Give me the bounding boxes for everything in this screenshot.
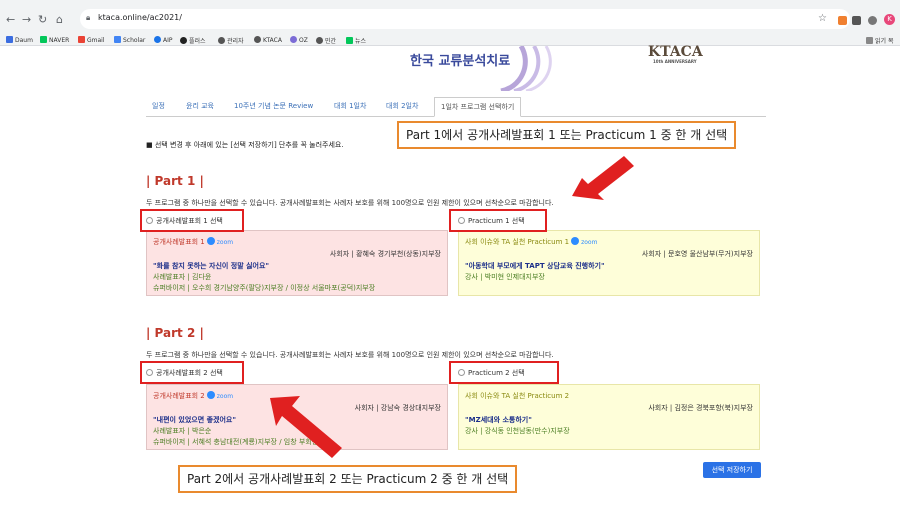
zoom-icon[interactable] xyxy=(206,237,215,245)
part2-title: | Part 2 | xyxy=(146,326,204,340)
part1-case-card: 공개사례발표회 1 zoom 사회자 | 황혜숙 경기부천(상동)지부장 "화를 … xyxy=(146,230,448,296)
reload-icon[interactable]: ↻ xyxy=(38,13,47,26)
practicum-title: 사회 이슈와 TA 실천 Practicum 1 zoom xyxy=(465,237,598,246)
tab-bar: 일정 윤리 교육 10주년 기념 논문 Review 대회 1일차 대회 2일차… xyxy=(146,97,766,117)
bookmark-naver[interactable]: NAVER xyxy=(40,36,69,44)
arrow-icon xyxy=(572,156,634,200)
bookmark-ktaca[interactable]: KTACA xyxy=(254,36,282,44)
practicum-title: 사회 이슈와 TA 실천 Practicum 2 xyxy=(465,392,570,400)
save-selection-button[interactable]: 선택 저장하기 xyxy=(703,462,761,478)
tab-day2[interactable]: 대회 2일차 xyxy=(386,97,418,117)
case-moderator: 사회자 | 강남숙 경상대지부장 xyxy=(354,404,441,412)
bookmark-gmail[interactable]: Gmail xyxy=(78,36,105,44)
browser-chrome: ← → ↻ ⌂ 🔒︎ ktaca.online/ac2021/ ☆ K Daum… xyxy=(0,0,900,46)
arrow-icon xyxy=(270,396,342,458)
forward-icon[interactable]: → xyxy=(22,13,31,26)
part1-practicum-card: 사회 이슈와 TA 실천 Practicum 1 zoom 사회자 | 문호영 울… xyxy=(458,230,760,296)
bookmark-admin[interactable]: 관리자 xyxy=(218,36,244,45)
ktaca-logo: KTACA xyxy=(648,44,703,60)
url-text[interactable]: ktaca.online/ac2021/ xyxy=(98,13,182,22)
case-title: 공개사례발표회 1 zoom xyxy=(153,237,234,246)
lock-icon[interactable]: 🔒︎ xyxy=(86,13,90,23)
address-bar[interactable] xyxy=(80,9,850,29)
case-topic: "내편이 있었으면 좋겠어요" xyxy=(153,416,237,424)
tab-day1-select[interactable]: 1일차 프로그램 선택하기 xyxy=(434,97,522,117)
banner-arcs xyxy=(500,46,552,91)
profile-avatar[interactable]: K xyxy=(884,14,895,25)
bookmark-oz[interactable]: OZ xyxy=(290,36,308,44)
practicum-topic: "MZ세대와 소통하기" xyxy=(465,416,532,424)
extension-icon[interactable] xyxy=(852,16,861,25)
case-supervisor: 슈퍼바이저 | 오수희 경기남양주(팔당)지부장 / 이정상 서울마포(공덕)지… xyxy=(153,284,376,292)
highlight-box xyxy=(140,361,244,384)
instruction-callout: Part 1에서 공개사례발표회 1 또는 Practicum 1 중 한 개 … xyxy=(397,121,737,149)
bookmark-news[interactable]: 뉴스 xyxy=(346,36,366,45)
practicum-topic: "아동학대 부모에게 TAPT 상담교육 진행하기" xyxy=(465,262,605,270)
bookmark-daum[interactable]: Daum xyxy=(6,36,33,44)
zoom-icon[interactable] xyxy=(206,391,215,399)
part2-practicum-card: 사회 이슈와 TA 실천 Practicum 2 사회자 | 김정은 경북포항(… xyxy=(458,384,760,450)
bookmark-scholar[interactable]: Scholar xyxy=(114,36,145,44)
highlight-box xyxy=(449,209,547,232)
highlight-box xyxy=(449,361,559,384)
tab-ethics[interactable]: 윤리 교육 xyxy=(186,97,214,117)
logo-subtitle: 10th ANNIVERSARY xyxy=(653,59,697,64)
reading-list[interactable]: 읽기 목 xyxy=(866,36,893,45)
case-presenter: 사례발표자 | 박은순 xyxy=(153,427,212,435)
practicum-lecturer: 강사 | 강식동 인천남동(만수)지부장 xyxy=(465,427,570,435)
back-icon[interactable]: ← xyxy=(6,13,15,26)
practicum-lecturer: 강사 | 박미현 인제대지부장 xyxy=(465,273,545,281)
home-icon[interactable]: ⌂ xyxy=(56,13,63,26)
zoom-icon[interactable] xyxy=(571,237,580,245)
case-topic: "화를 참지 못하는 자신이 정말 싫어요" xyxy=(153,262,270,270)
part1-description: 두 프로그램 중 하나만을 선택할 수 있습니다. 공개사례발표회는 사례자 보… xyxy=(146,199,554,207)
practicum-moderator: 사회자 | 문호영 울산남부(무거)지부장 xyxy=(641,250,753,258)
puzzle-icon[interactable] xyxy=(868,16,877,25)
practicum-moderator: 사회자 | 김정은 경북포항(북)지부장 xyxy=(648,404,753,412)
bookmark-plus[interactable]: 플러스 xyxy=(180,36,206,45)
case-moderator: 사회자 | 황혜숙 경기부천(상동)지부장 xyxy=(329,250,441,258)
bookmark-aip[interactable]: AIP xyxy=(154,36,173,44)
tab-schedule[interactable]: 일정 xyxy=(152,97,165,117)
part1-title: | Part 1 | xyxy=(146,174,204,188)
case-title: 공개사례발표회 2 zoom xyxy=(153,391,234,400)
tab-day1[interactable]: 대회 1일차 xyxy=(334,97,366,117)
highlight-box xyxy=(140,209,244,232)
bookmark-star-icon[interactable]: ☆ xyxy=(818,13,827,24)
tab-review[interactable]: 10주년 기념 논문 Review xyxy=(234,97,313,117)
notice-text: ■ 선택 변경 후 아래에 있는 [선택 저장하기] 단추를 꼭 눌러주세요. xyxy=(146,141,344,149)
bookmark-civil[interactable]: 민간 xyxy=(316,36,336,45)
extension-icon[interactable] xyxy=(838,16,847,25)
instruction-callout: Part 2에서 공개사례발표회 2 또는 Practicum 2 중 한 개 … xyxy=(178,465,518,493)
part2-description: 두 프로그램 중 하나만을 선택할 수 있습니다. 공개사례발표회는 사례자 보… xyxy=(146,351,554,359)
case-presenter: 사례발표자 | 김다윤 xyxy=(153,273,212,281)
